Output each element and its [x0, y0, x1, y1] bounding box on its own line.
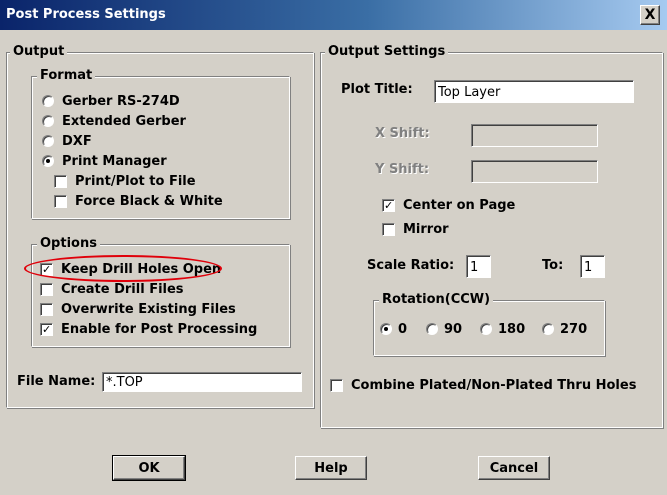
radio-button[interactable] [426, 323, 438, 335]
rotation-option-label: 180 [498, 321, 526, 337]
checkbox-label: Keep Drill Holes Open [61, 261, 222, 277]
window-title: Post Process Settings [6, 7, 166, 22]
checkbox[interactable] [54, 174, 67, 188]
combine-plated-checkbox[interactable]: Combine Plated/Non-Plated Thru Holes [330, 377, 636, 393]
checkbox-label: Enable for Post Processing [61, 321, 258, 337]
checkbox-label: Overwrite Existing Files [61, 301, 236, 317]
checkbox-label: Mirror [403, 221, 449, 237]
rotation-legend: Rotation(CCW) [379, 293, 494, 307]
format-option-gerber-rs274d[interactable]: Gerber RS-274D [42, 93, 180, 109]
checkbox[interactable] [382, 222, 395, 236]
overwrite-existing-files-checkbox[interactable]: Overwrite Existing Files [40, 301, 236, 317]
rotation-option-label: 90 [444, 321, 463, 337]
output-settings-legend: Output Settings [325, 45, 449, 59]
checkbox-checked[interactable] [40, 322, 53, 336]
rotation-option-90[interactable]: 90 [426, 321, 462, 337]
scale-ratio-input[interactable]: 1 [466, 255, 491, 278]
rotation-option-label: 270 [560, 321, 588, 337]
center-on-page-checkbox[interactable]: Center on Page [382, 197, 515, 213]
help-button[interactable]: Help [295, 456, 367, 480]
radio-button[interactable] [42, 95, 54, 107]
checkbox-checked[interactable] [382, 198, 395, 212]
checkbox-label: Center on Page [403, 197, 516, 213]
x-shift-input[interactable] [471, 124, 598, 147]
mirror-checkbox[interactable]: Mirror [382, 221, 449, 237]
x-shift-label: X Shift: [375, 126, 430, 141]
close-icon: X [644, 7, 656, 23]
file-name-input[interactable]: *.TOP [102, 372, 302, 392]
format-option-dxf[interactable]: DXF [42, 133, 92, 149]
checkbox-label: Force Black & White [75, 193, 223, 209]
checkbox[interactable] [40, 282, 53, 296]
scale-ratio-label: Scale Ratio: [367, 258, 455, 273]
radio-button-selected[interactable] [42, 155, 54, 167]
format-option-label: Extended Gerber [62, 113, 186, 129]
cancel-button[interactable]: Cancel [478, 456, 550, 480]
y-shift-input[interactable] [471, 160, 598, 183]
checkbox-label: Create Drill Files [61, 281, 184, 297]
checkbox-label: Print/Plot to File [75, 173, 196, 189]
checkbox[interactable] [330, 378, 343, 392]
y-shift-label: Y Shift: [375, 162, 430, 177]
checkbox-label: Combine Plated/Non-Plated Thru Holes [351, 377, 637, 393]
radio-button[interactable] [480, 323, 492, 335]
to-label: To: [542, 258, 564, 273]
plot-title-input[interactable]: Top Layer [434, 80, 634, 103]
checkbox[interactable] [54, 194, 67, 208]
checkbox-checked[interactable] [40, 262, 53, 276]
format-option-label: DXF [62, 133, 92, 149]
file-name-label: File Name: [17, 374, 96, 389]
format-legend: Format [37, 69, 96, 83]
to-input[interactable]: 1 [580, 255, 605, 278]
radio-button[interactable] [42, 115, 54, 127]
rotation-option-label: 0 [398, 321, 408, 337]
checkbox[interactable] [40, 302, 53, 316]
enable-post-processing-checkbox[interactable]: Enable for Post Processing [40, 321, 257, 337]
ok-button[interactable]: OK [112, 455, 186, 481]
format-option-label: Print Manager [62, 153, 167, 169]
force-black-white-checkbox[interactable]: Force Black & White [54, 193, 223, 209]
radio-button[interactable] [542, 323, 554, 335]
output-settings-group [320, 52, 663, 428]
plot-title-label: Plot Title: [341, 82, 413, 97]
radio-button[interactable] [42, 135, 54, 147]
output-legend: Output [10, 45, 68, 59]
rotation-option-0[interactable]: 0 [380, 321, 407, 337]
rotation-option-180[interactable]: 180 [480, 321, 525, 337]
format-option-print-manager[interactable]: Print Manager [42, 153, 167, 169]
options-legend: Options [37, 237, 100, 251]
keep-drill-holes-open-checkbox[interactable]: Keep Drill Holes Open [40, 261, 221, 277]
print-plot-to-file-checkbox[interactable]: Print/Plot to File [54, 173, 196, 189]
close-button[interactable]: X [640, 5, 660, 25]
create-drill-files-checkbox[interactable]: Create Drill Files [40, 281, 184, 297]
rotation-option-270[interactable]: 270 [542, 321, 587, 337]
format-option-extended-gerber[interactable]: Extended Gerber [42, 113, 186, 129]
radio-button-selected[interactable] [380, 323, 392, 335]
format-option-label: Gerber RS-274D [62, 93, 180, 109]
